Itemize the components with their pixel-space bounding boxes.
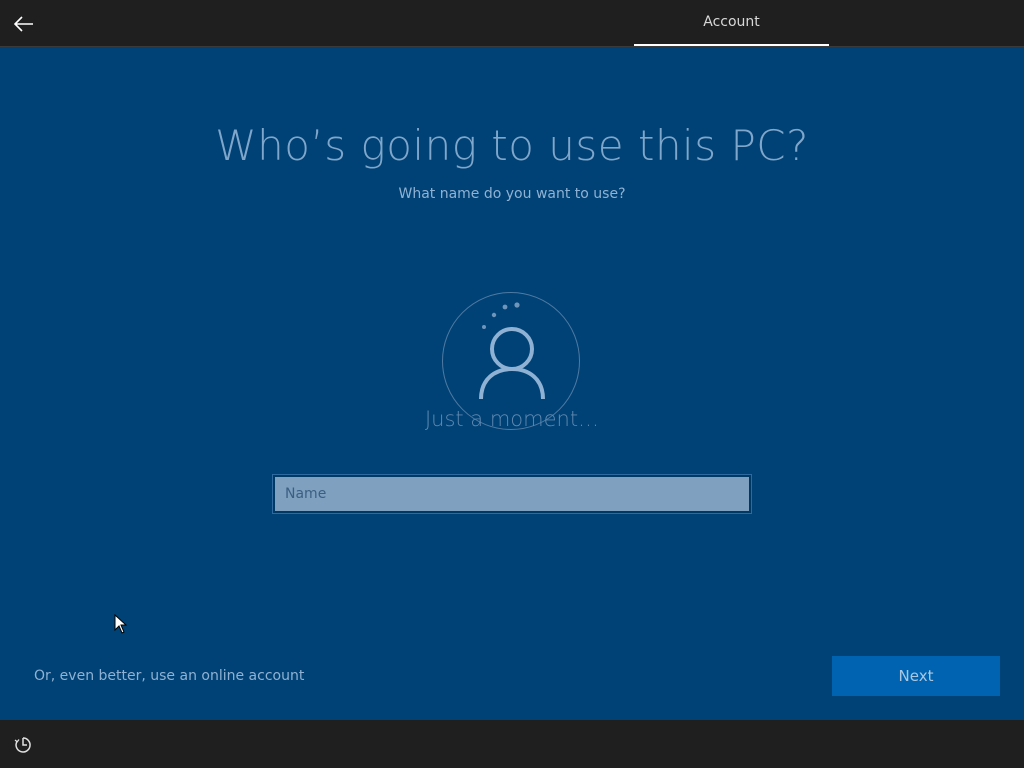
mouse-cursor-icon bbox=[114, 614, 128, 634]
loading-text: Just a moment… bbox=[424, 407, 600, 431]
back-button[interactable] bbox=[8, 8, 40, 40]
page-title: Who’s going to use this PC? bbox=[215, 121, 809, 170]
ease-of-access-button[interactable] bbox=[12, 734, 34, 756]
page-subtitle: What name do you want to use? bbox=[398, 186, 626, 202]
online-account-link[interactable]: Or, even better, use an online account bbox=[34, 668, 304, 684]
ease-of-access-icon bbox=[14, 737, 31, 753]
user-avatar-icon bbox=[479, 302, 545, 400]
main-content: Who’s going to use this PC? What name do… bbox=[0, 47, 1024, 720]
back-arrow-icon bbox=[14, 16, 33, 32]
top-bar: Account bbox=[0, 0, 1024, 47]
tab-account: Account bbox=[634, 0, 829, 46]
next-button-label: Next bbox=[898, 667, 934, 685]
name-input[interactable] bbox=[272, 474, 752, 514]
bottom-bar bbox=[0, 720, 1024, 768]
next-button[interactable]: Next bbox=[832, 656, 1000, 696]
tab-account-label: Account bbox=[703, 14, 760, 30]
